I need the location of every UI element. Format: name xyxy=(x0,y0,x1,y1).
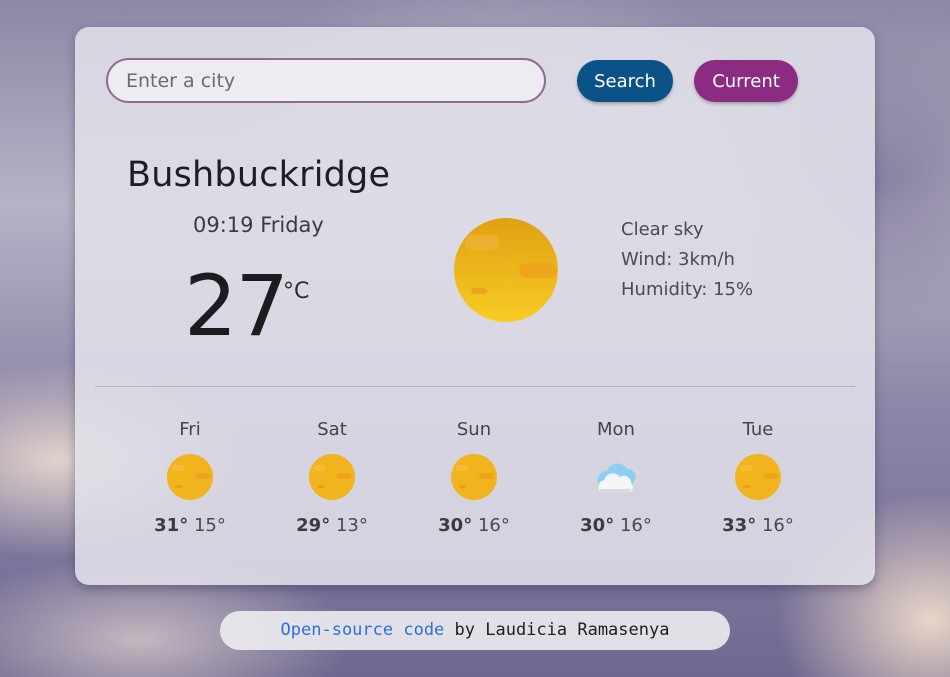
humidity: Humidity: 15% xyxy=(621,279,754,300)
forecast-high: 33° xyxy=(722,515,757,536)
forecast-list: Fri 31° 15° Sat 29° 13° Sun 30° 16° Mon … xyxy=(119,417,829,557)
forecast-day-name: Sun xyxy=(456,419,492,440)
forecast-high: 30° xyxy=(438,515,473,536)
forecast-day-name: Tue xyxy=(742,419,774,440)
forecast-day-name: Mon xyxy=(597,419,635,440)
weather-card: Search Current Bushbuckridge 09:19 Frida… xyxy=(75,27,875,585)
current-temperature: 27 xyxy=(184,257,289,355)
forecast-temps: 30° 16° xyxy=(403,515,545,536)
sun-icon xyxy=(735,454,781,500)
forecast-low: 16° xyxy=(619,515,652,536)
forecast-temps: 29° 13° xyxy=(261,515,403,536)
city-search-input[interactable] xyxy=(106,58,546,103)
forecast-temps: 31° 15° xyxy=(119,515,261,536)
section-divider xyxy=(95,386,855,387)
open-source-code-link[interactable]: Open-source code xyxy=(281,620,445,640)
city-name: Bushbuckridge xyxy=(127,155,391,195)
forecast-low: 15° xyxy=(193,515,226,536)
forecast-day-name: Fri xyxy=(179,419,201,440)
forecast-high: 30° xyxy=(580,515,615,536)
forecast-day: Sun 30° 16° xyxy=(403,417,545,557)
weather-details: Clear sky Wind: 3km/h Humidity: 15% xyxy=(621,215,753,305)
sun-icon xyxy=(309,454,355,500)
forecast-low: 16° xyxy=(761,515,794,536)
forecast-day: Sat 29° 13° xyxy=(261,417,403,557)
forecast-day-name: Sat xyxy=(317,419,347,440)
forecast-temps: 30° 16° xyxy=(545,515,687,536)
forecast-day: Fri 31° 15° xyxy=(119,417,261,557)
forecast-low: 16° xyxy=(477,515,510,536)
sun-icon xyxy=(167,454,213,500)
wind-speed: Wind: 3km/h xyxy=(621,249,735,270)
weather-description: Clear sky xyxy=(621,219,704,240)
forecast-day: Mon 30° 16° xyxy=(545,417,687,557)
search-button[interactable]: Search xyxy=(577,60,673,102)
sun-icon xyxy=(451,454,497,500)
footer-author: by Laudicia Ramasenya xyxy=(444,620,670,640)
temperature-unit: °C xyxy=(283,279,310,304)
current-date-time: 09:19 Friday xyxy=(193,213,324,237)
forecast-day: Tue 33° 16° xyxy=(687,417,829,557)
forecast-high: 31° xyxy=(154,515,189,536)
forecast-low: 13° xyxy=(335,515,368,536)
forecast-high: 29° xyxy=(296,515,331,536)
clear-sky-sun-icon xyxy=(454,218,558,322)
cloud-icon xyxy=(597,463,636,493)
current-location-button[interactable]: Current xyxy=(694,60,798,102)
footer-credit: Open-source code by Laudicia Ramasenya xyxy=(220,611,730,650)
forecast-temps: 33° 16° xyxy=(687,515,829,536)
